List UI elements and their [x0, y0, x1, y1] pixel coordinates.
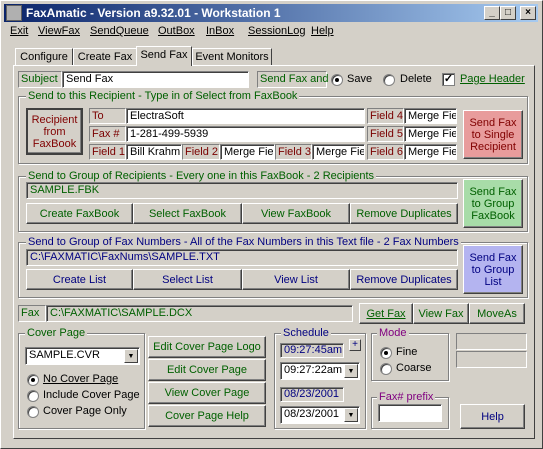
save-radio-label: Save: [347, 73, 373, 85]
edit-cover-page-button[interactable]: Edit Cover Page: [148, 359, 266, 381]
menu-bar: Exit ViewFax SendQueue OutBox InBox Sess…: [4, 23, 538, 41]
field5-label: Field 5: [367, 126, 404, 142]
close-button[interactable]: ×: [520, 6, 536, 20]
menu-sendqueue[interactable]: SendQueue: [90, 25, 149, 37]
schedule-date-select[interactable]: 08/23/2001 ▼: [280, 406, 360, 424]
menu-inbox[interactable]: InBox: [206, 25, 234, 37]
recipient-group-title: Send to this Recipient - Type in of Sele…: [26, 90, 300, 102]
fax-label: Fax: [18, 305, 46, 322]
fax-prefix-input[interactable]: [378, 404, 442, 422]
minimize-button[interactable]: _: [484, 6, 500, 20]
field1-label: Field 1: [89, 144, 126, 160]
moveas-button[interactable]: MoveAs: [469, 303, 525, 324]
field1-input[interactable]: Bill Krahm: [126, 144, 182, 160]
schedule-time-display: 09:27:45am: [280, 343, 344, 358]
remove-duplicates-list-button[interactable]: Remove Duplicates: [350, 269, 458, 290]
field6-input[interactable]: Merge Fiel: [404, 144, 457, 160]
get-fax-button[interactable]: Get Fax: [359, 303, 413, 324]
faxamatic-window: FaxAmatic - Version a9.32.01 - Workstati…: [0, 0, 543, 449]
help-button[interactable]: Help: [460, 404, 525, 429]
fine-radio-label: Fine: [396, 346, 418, 358]
tab-create-fax[interactable]: Create Fax: [73, 48, 137, 65]
select-faxbook-button[interactable]: Select FaxBook: [133, 203, 242, 224]
coarse-radio-label: Coarse: [396, 362, 432, 374]
group-numbers-title: Send to Group of Fax Numbers - All of th…: [26, 236, 461, 248]
fax-file-field: C:\FAXMATIC\SAMPLE.DCX: [46, 305, 353, 322]
cover-page-only-radio[interactable]: [27, 406, 39, 418]
faxnums-file-field: C:\FAXMATIC\FaxNums\SAMPLE.TXT: [26, 249, 458, 266]
save-radio[interactable]: [331, 74, 343, 86]
send-fax-and-label: Send Fax and: [257, 71, 329, 88]
delete-radio[interactable]: [383, 74, 395, 86]
include-cover-page-label: Include Cover Page: [43, 389, 140, 401]
chevron-down-icon[interactable]: ▼: [344, 364, 358, 378]
send-group-list-button[interactable]: Send Fax to Group List: [463, 245, 523, 294]
field4-label: Field 4: [367, 108, 404, 124]
select-list-button[interactable]: Select List: [133, 269, 242, 290]
fax-prefix-title: Fax# prefix: [377, 391, 436, 403]
menu-help[interactable]: Help: [311, 25, 334, 37]
chevron-down-icon[interactable]: ▼: [124, 349, 138, 363]
window-title: FaxAmatic - Version a9.32.01 - Workstati…: [26, 6, 281, 20]
subject-label: Subject: [18, 71, 62, 88]
field5-input[interactable]: Merge Fiel: [404, 126, 457, 142]
view-fax-button[interactable]: View Fax: [413, 303, 469, 324]
menu-viewfax[interactable]: ViewFax: [38, 25, 80, 37]
field2-input[interactable]: Merge Fiel: [220, 144, 275, 160]
status-panel-top: [456, 333, 527, 350]
faxbook-file-field: SAMPLE.FBK: [26, 182, 458, 199]
view-faxbook-button[interactable]: View FaxBook: [242, 203, 350, 224]
remove-duplicates-faxbook-button[interactable]: Remove Duplicates: [350, 203, 458, 224]
edit-cover-page-logo-button[interactable]: Edit Cover Page Logo: [148, 336, 266, 358]
create-faxbook-button[interactable]: Create FaxBook: [26, 203, 133, 224]
cover-page-only-label: Cover Page Only: [43, 405, 127, 417]
tab-event-monitors[interactable]: Event Monitors: [192, 48, 272, 65]
tab-configure[interactable]: Configure: [15, 48, 73, 65]
no-cover-page-label: No Cover Page: [43, 373, 119, 385]
tab-send-fax[interactable]: Send Fax: [136, 46, 192, 66]
field4-input[interactable]: Merge Fiel: [404, 108, 457, 124]
field6-label: Field 6: [367, 144, 404, 160]
app-icon[interactable]: [6, 5, 22, 21]
schedule-plus-button[interactable]: +: [349, 339, 361, 351]
no-cover-page-radio[interactable]: [27, 374, 39, 386]
group-recipients-title: Send to Group of Recipients - Every one …: [26, 170, 377, 182]
send-single-recipient-button[interactable]: Send Fax to Single Recipient: [463, 110, 523, 159]
create-list-button[interactable]: Create List: [26, 269, 133, 290]
send-group-faxbook-button[interactable]: Send Fax to Group FaxBook: [463, 179, 523, 228]
view-list-button[interactable]: View List: [242, 269, 350, 290]
to-label: To: [89, 108, 126, 124]
schedule-date-display: 08/23/2001: [280, 387, 344, 402]
view-cover-page-button[interactable]: View Cover Page: [148, 382, 266, 404]
chevron-down-icon[interactable]: ▼: [344, 408, 358, 422]
subject-input[interactable]: Send Fax: [62, 71, 249, 88]
menu-outbox[interactable]: OutBox: [158, 25, 195, 37]
maximize-button[interactable]: □: [500, 6, 516, 20]
title-bar[interactable]: FaxAmatic - Version a9.32.01 - Workstati…: [4, 4, 538, 22]
status-panel-bottom: [456, 351, 527, 368]
fine-radio[interactable]: [380, 347, 392, 359]
page-header-label: Page Header: [460, 73, 525, 85]
page-header-checkbox[interactable]: ✓: [442, 73, 455, 86]
fax-number-input[interactable]: 1-281-499-5939: [126, 126, 365, 142]
field2-label: Field 2: [182, 144, 220, 160]
coarse-radio[interactable]: [380, 363, 392, 375]
menu-sessionlog[interactable]: SessionLog: [248, 25, 306, 37]
cover-page-title: Cover Page: [25, 327, 88, 339]
menu-exit[interactable]: Exit: [10, 25, 28, 37]
cover-page-select[interactable]: SAMPLE.CVR ▼: [25, 347, 140, 365]
to-input[interactable]: ElectraSoft: [126, 108, 365, 124]
fax-number-label: Fax #: [89, 126, 126, 142]
schedule-time-select[interactable]: 09:27:22am ▼: [280, 362, 360, 380]
include-cover-page-radio[interactable]: [27, 390, 39, 402]
cover-page-help-button[interactable]: Cover Page Help: [148, 405, 266, 427]
mode-title: Mode: [377, 327, 409, 339]
schedule-title: Schedule: [281, 327, 331, 339]
delete-radio-label: Delete: [400, 73, 432, 85]
field3-label: Field 3: [275, 144, 312, 160]
recipient-from-faxbook-button[interactable]: Recipient from FaxBook: [26, 108, 83, 155]
field3-input[interactable]: Merge Fiel: [312, 144, 365, 160]
